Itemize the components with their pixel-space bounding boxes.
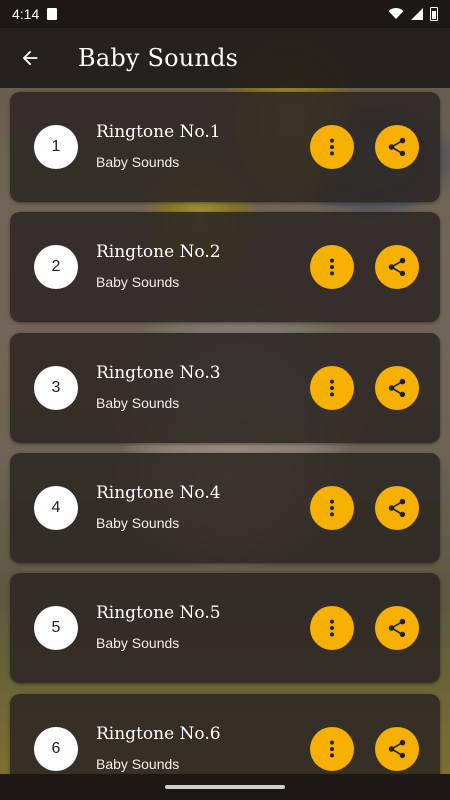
ringtone-number: 6 — [34, 726, 78, 771]
more-options-button[interactable] — [310, 485, 354, 530]
ringtone-number: 4 — [34, 485, 78, 530]
ringtone-item[interactable]: 6 Ringtone No.6 Baby Sounds — [10, 693, 440, 774]
ringtone-subtitle: Baby Sounds — [96, 755, 180, 772]
more-vertical-icon — [329, 258, 335, 276]
ringtone-title: Ringtone No.6 — [96, 723, 221, 744]
home-indicator[interactable] — [165, 785, 285, 789]
ringtone-item[interactable]: 4 Ringtone No.4 Baby Sounds — [10, 452, 440, 563]
ringtone-item[interactable]: 5 Ringtone No.5 Baby Sounds — [10, 573, 440, 684]
ringtone-item[interactable]: 2 Ringtone No.2 Baby Sounds — [10, 212, 440, 323]
more-vertical-icon — [329, 138, 335, 156]
signal-icon — [411, 8, 423, 20]
share-button[interactable] — [375, 125, 419, 169]
share-button[interactable] — [375, 245, 419, 290]
share-button[interactable] — [375, 606, 419, 651]
more-options-button[interactable] — [310, 125, 354, 169]
ringtone-subtitle: Baby Sounds — [96, 394, 180, 411]
more-options-button[interactable] — [310, 245, 354, 290]
status-icons — [388, 7, 438, 21]
ringtone-number: 2 — [34, 245, 78, 290]
more-vertical-icon — [329, 619, 335, 637]
share-icon — [388, 619, 406, 638]
ringtone-subtitle: Baby Sounds — [96, 635, 180, 652]
share-icon — [388, 258, 406, 277]
ringtone-number: 3 — [34, 365, 78, 410]
sim-icon — [47, 8, 58, 20]
share-button[interactable] — [375, 365, 419, 410]
navigation-bar — [0, 774, 450, 800]
ringtone-number: 5 — [34, 606, 78, 651]
share-icon — [388, 498, 406, 517]
ringtone-title: Ringtone No.4 — [96, 482, 221, 503]
back-button[interactable] — [0, 28, 60, 88]
ringtone-title: Ringtone No.1 — [96, 122, 221, 142]
more-vertical-icon — [329, 740, 335, 757]
more-vertical-icon — [329, 499, 335, 517]
status-bar: 4:14 — [0, 0, 450, 28]
ringtone-subtitle: Baby Sounds — [96, 514, 180, 531]
ringtone-title: Ringtone No.2 — [96, 242, 221, 263]
ringtone-item[interactable]: 3 Ringtone No.3 Baby Sounds — [10, 332, 440, 443]
share-button[interactable] — [375, 485, 419, 530]
arrow-left-icon — [22, 50, 38, 66]
more-options-button[interactable] — [310, 606, 354, 651]
ringtone-item[interactable]: 1 Ringtone No.1 Baby Sounds — [10, 92, 440, 202]
ringtone-title: Ringtone No.5 — [96, 603, 221, 624]
battery-icon — [430, 7, 438, 21]
ringtone-list[interactable]: 1 Ringtone No.1 Baby Sounds 2 Ringtone No.2 B… — [0, 88, 450, 774]
wifi-icon — [388, 8, 404, 19]
more-options-button[interactable] — [310, 365, 354, 410]
share-icon — [388, 739, 406, 758]
share-icon — [388, 378, 406, 397]
ringtone-subtitle: Baby Sounds — [96, 274, 180, 291]
status-time: 4:14 — [12, 6, 40, 22]
ringtone-number: 1 — [34, 125, 78, 169]
more-options-button[interactable] — [310, 726, 354, 771]
more-vertical-icon — [329, 379, 335, 397]
share-icon — [388, 137, 406, 157]
app-bar: Baby Sounds — [0, 28, 450, 88]
page-title: Baby Sounds — [78, 44, 239, 72]
share-button[interactable] — [375, 726, 419, 771]
ringtone-title: Ringtone No.3 — [96, 362, 221, 383]
ringtone-subtitle: Baby Sounds — [96, 154, 180, 170]
